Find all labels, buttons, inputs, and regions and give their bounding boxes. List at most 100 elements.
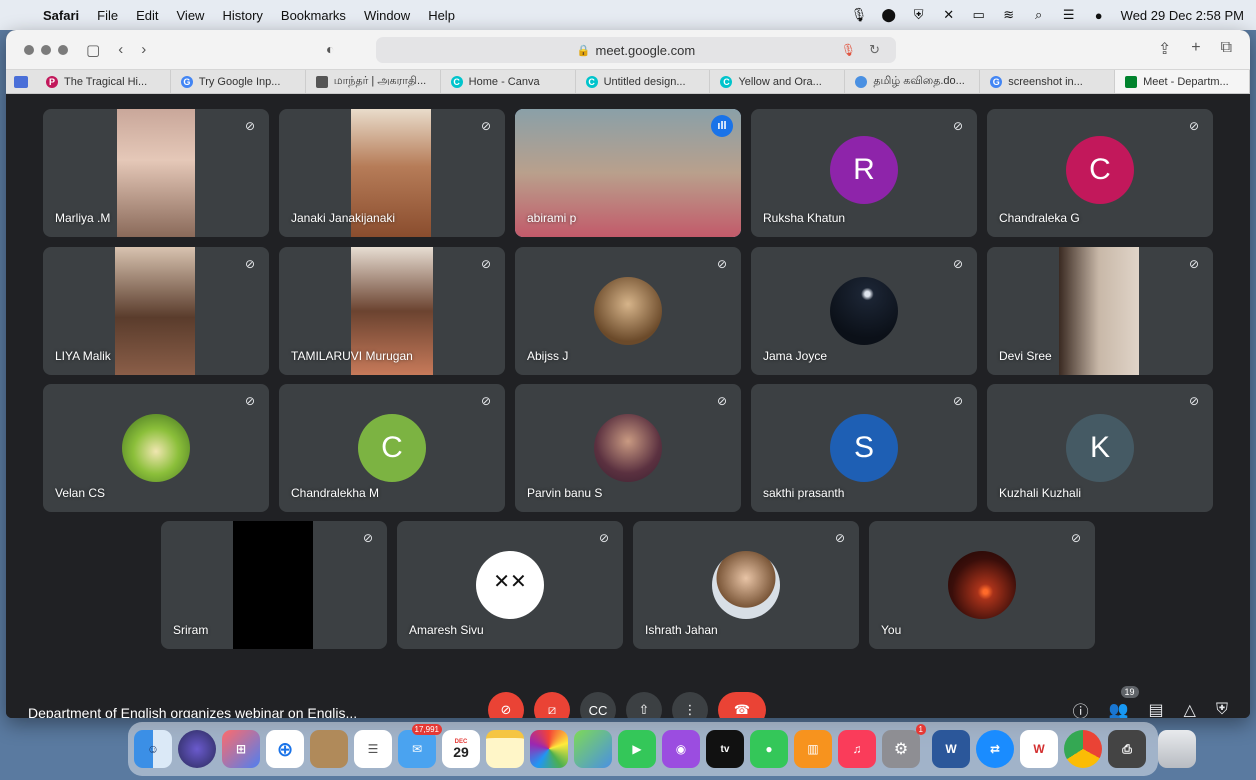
control-center-icon[interactable]: ☰ [1061, 7, 1077, 23]
share-icon[interactable]: ⇪ [1158, 39, 1171, 59]
battery-icon[interactable]: ▭ [971, 7, 987, 23]
participant-name: Jama Joyce [763, 349, 828, 363]
participant-tile[interactable]: S ⊘ sakthi prasanth [751, 384, 977, 512]
safari-icon[interactable]: ⊕ [266, 730, 304, 768]
tab-tamil-poem-doc[interactable]: தமிழ் கவிதை.do... [845, 70, 981, 93]
participant-tile[interactable]: C ⊘ Chandraleka G [987, 109, 1213, 237]
tab-untitled-design[interactable]: C Untitled design... [576, 70, 711, 93]
camera-off-button[interactable]: ⧄ [534, 692, 570, 718]
participant-tile[interactable]: ⊘ Devi Sree [987, 247, 1213, 375]
menu-bookmarks[interactable]: Bookmarks [272, 8, 355, 23]
apple-tv-icon[interactable]: tv [706, 730, 744, 768]
participant-tile[interactable]: ⊘ Janaki Janakijanaki [279, 109, 505, 237]
participant-tile[interactable]: K ⊘ Kuzhali Kuzhali [987, 384, 1213, 512]
more-options-button[interactable]: ⋮ [672, 692, 708, 718]
printer-icon[interactable]: ⎙ [1108, 730, 1146, 768]
bluetooth-off-icon[interactable]: ✕ [941, 7, 957, 23]
participant-tile[interactable]: ⊘ Marliya .M [43, 109, 269, 237]
mic-in-use-icon[interactable]: 🎙 [841, 43, 856, 57]
chat-icon[interactable]: ▤ [1149, 700, 1164, 718]
zoom-window-button[interactable] [58, 44, 68, 55]
participant-name: LIYA Malik [55, 349, 111, 363]
participant-tile[interactable]: ⊘ Parvin banu S [515, 384, 741, 512]
siri-icon[interactable]: ● [1091, 8, 1107, 23]
participant-tile[interactable]: ⊘ Sriram [161, 521, 387, 649]
activities-icon[interactable]: △ [1184, 700, 1196, 718]
reading-list-icon[interactable] [6, 70, 36, 93]
system-preferences-icon[interactable]: ⚙ 1 [882, 724, 926, 768]
maps-icon[interactable] [574, 730, 612, 768]
facetime-icon[interactable]: ▶ [618, 730, 656, 768]
people-button[interactable]: 👥 19 [1109, 686, 1139, 718]
participant-photo-avatar [712, 551, 780, 619]
back-icon[interactable]: ‹ [118, 41, 123, 58]
microphone-status-icon[interactable]: 🎙 [851, 7, 868, 23]
participant-tile[interactable]: ⊘ Ishrath Jahan [633, 521, 859, 649]
privacy-shield-icon[interactable]: ◐ [326, 41, 334, 57]
participant-tile[interactable]: ⊘ LIYA Malik [43, 247, 269, 375]
menu-window[interactable]: Window [355, 8, 419, 23]
menu-file[interactable]: File [88, 8, 127, 23]
launchpad-icon[interactable]: ⊞ [222, 730, 260, 768]
trash-icon[interactable] [1158, 730, 1196, 768]
new-tab-icon[interactable]: + [1191, 39, 1200, 59]
tab-tamil-dictionary[interactable]: மாந்தர் | அகராதி... [306, 70, 441, 93]
present-screen-button[interactable]: ⇧ [626, 692, 662, 718]
participant-tile[interactable]: R ⊘ Ruksha Khatun [751, 109, 977, 237]
shield-status-icon[interactable]: ⛨ [911, 7, 927, 23]
participant-tile[interactable]: ⊘ TAMILARUVI Murugan [279, 247, 505, 375]
photos-icon[interactable] [530, 730, 568, 768]
tab-overview-icon[interactable]: ⧉ [1221, 39, 1232, 59]
leave-call-button[interactable]: ☎ [718, 692, 766, 718]
wps-office-icon[interactable]: W [1020, 730, 1058, 768]
chrome-icon[interactable] [1064, 730, 1102, 768]
participant-video [1059, 247, 1139, 375]
calendar-icon[interactable]: DEC 29 [442, 730, 480, 768]
finder-icon[interactable]: ☺ [134, 730, 172, 768]
participant-tile[interactable]: ⊘ Jama Joyce [751, 247, 977, 375]
meeting-details-icon[interactable]: ⓘ [1073, 698, 1089, 718]
mic-muted-icon: ⊘ [834, 531, 846, 545]
sidebar-toggle-icon[interactable]: ▢ [86, 41, 100, 59]
address-bar[interactable]: 🔒 meet.google.com 🎙 ↻ [376, 37, 896, 63]
forward-icon[interactable]: › [141, 41, 146, 58]
vpn-status-icon[interactable]: ⬤ [881, 7, 897, 23]
host-controls-icon[interactable]: ⛨ [1216, 701, 1228, 718]
notes-icon[interactable] [486, 730, 524, 768]
messages-icon[interactable]: ● [750, 730, 788, 768]
participant-tile-self[interactable]: ⊘ You [869, 521, 1095, 649]
teamviewer-icon[interactable]: ⇄ [976, 730, 1014, 768]
menu-view[interactable]: View [168, 8, 214, 23]
siri-icon[interactable] [178, 730, 216, 768]
mail-icon[interactable]: ✉ 17,991 [398, 724, 442, 768]
tab-google-input[interactable]: G Try Google Inp... [171, 70, 306, 93]
tab-google-meet[interactable]: Meet - Departm... [1115, 70, 1250, 93]
participant-tile[interactable]: C ⊘ Chandralekha M [279, 384, 505, 512]
minimize-window-button[interactable] [41, 44, 51, 55]
spotlight-search-icon[interactable]: ⌕ [1031, 7, 1047, 23]
participant-tile[interactable]: ⊘ Velan CS [43, 384, 269, 512]
mic-off-button[interactable]: ⊘ [488, 692, 524, 718]
reload-icon[interactable]: ↻ [869, 42, 880, 58]
close-window-button[interactable] [24, 44, 34, 55]
tab-screenshot-search[interactable]: G screenshot in... [980, 70, 1116, 93]
podcasts-icon[interactable]: ◉ [662, 730, 700, 768]
participant-tile[interactable]: ⊘ Abijss J [515, 247, 741, 375]
books-icon[interactable]: ▥ [794, 730, 832, 768]
menu-history[interactable]: History [213, 8, 271, 23]
microsoft-word-icon[interactable]: W [932, 730, 970, 768]
wifi-icon[interactable]: ≋ [1001, 7, 1017, 23]
menu-help[interactable]: Help [419, 8, 464, 23]
participant-tile-active-speaker[interactable]: ıll abirami p [515, 109, 741, 237]
contacts-icon[interactable] [310, 730, 348, 768]
music-icon[interactable]: ♫ [838, 730, 876, 768]
menu-app-name[interactable]: Safari [34, 8, 88, 23]
tab-tragical-history[interactable]: P The Tragical Hi... [36, 70, 171, 93]
tab-home-canva[interactable]: C Home - Canva [441, 70, 576, 93]
tab-yellow-orange[interactable]: C Yellow and Ora... [710, 70, 846, 93]
captions-button[interactable]: CC [580, 692, 616, 718]
menu-edit[interactable]: Edit [127, 8, 167, 23]
participant-tile[interactable]: ✕✕ ⊘ Amaresh Sivu [397, 521, 623, 649]
menu-clock[interactable]: Wed 29 Dec 2:58 PM [1121, 8, 1244, 23]
reminders-icon[interactable]: ☰ [354, 730, 392, 768]
